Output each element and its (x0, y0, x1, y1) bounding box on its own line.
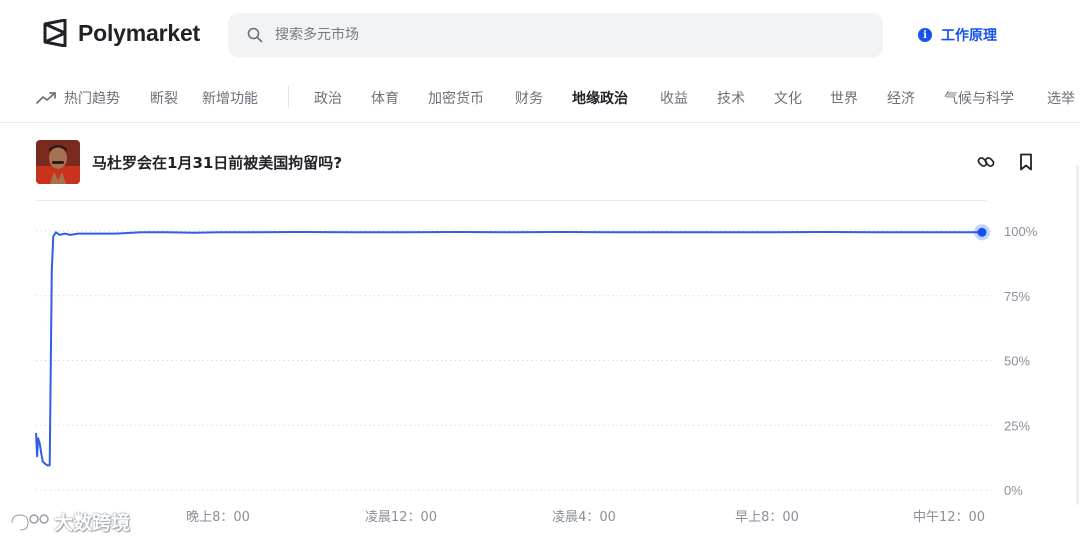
category-nav: 热门趋势 断裂 新增功能 政治 体育 加密货币 财务 地缘政治 收益 技术 文化… (0, 80, 1080, 114)
nav-item-finance[interactable]: 财务 (515, 88, 543, 108)
nav-item-geopolitics[interactable]: 地缘政治 (572, 88, 628, 108)
x-tick-label: 中午12：00 (913, 510, 985, 525)
how-it-works-label: 工作原理 (941, 28, 997, 44)
y-tick-label: 75% (1004, 289, 1030, 304)
bookmark-icon[interactable] (1016, 152, 1036, 172)
price-chart: 100% 75% 50% 25% 0% 晚上8：00 凌晨12：00 凌晨4：00 早上8：0… (35, 224, 1038, 525)
market-header: 马杜罗会在1月31日前被美国拘留吗? (36, 140, 1046, 184)
nav-item-crypto[interactable]: 加密货币 (428, 88, 484, 108)
how-it-works-link[interactable]: i 工作原理 (918, 25, 997, 45)
x-tick-label: 晚上8：00 (186, 510, 250, 525)
nav-item-culture[interactable]: 文化 (774, 88, 802, 108)
portrait-image (36, 140, 80, 184)
y-tick-label: 25% (1004, 418, 1030, 433)
nav-item-politics[interactable]: 政治 (314, 88, 342, 108)
nav-item-tech[interactable]: 技术 (717, 88, 745, 108)
market-title: 马杜罗会在1月31日前被美国拘留吗? (92, 154, 343, 172)
nav-separator (288, 86, 289, 108)
nav-item-trending[interactable]: 热门趋势 (36, 88, 120, 108)
link-icon[interactable] (976, 152, 996, 172)
top-bar: Polymarket i 工作原理 (0, 0, 1080, 72)
series-line (35, 231, 982, 467)
nav-item-sports[interactable]: 体育 (371, 88, 399, 108)
header-divider (36, 200, 986, 201)
watermark-logo-icon (10, 512, 49, 531)
y-tick-label: 0% (1004, 483, 1023, 498)
nav-divider (0, 122, 1080, 123)
nav-item-new[interactable]: 新增功能 (202, 88, 258, 108)
nav-item-climate-science[interactable]: 气候与科学 (944, 88, 1014, 108)
nav-item-breaking[interactable]: 断裂 (150, 88, 178, 108)
x-tick-label: 早上8：00 (735, 510, 799, 525)
app-name: Polymarket (78, 19, 201, 46)
watermark: 大数跨境 (8, 508, 130, 535)
nav-trending-label: 热门趋势 (64, 91, 120, 107)
polymarket-logo-icon (43, 19, 67, 47)
x-tick-label: 凌晨4：00 (552, 510, 616, 525)
watermark-text: 大数跨境 (54, 512, 131, 534)
y-tick-label: 100% (1004, 224, 1038, 239)
x-tick-label: 凌晨12：00 (365, 510, 437, 525)
last-point-halo (974, 224, 990, 241)
nav-item-economy[interactable]: 经济 (887, 88, 915, 108)
polymarket-logo[interactable]: Polymarket (42, 19, 200, 47)
info-icon: i (918, 28, 932, 42)
search-icon (247, 27, 263, 43)
nav-item-elections[interactable]: 选举 (1047, 88, 1075, 108)
nav-item-world[interactable]: 世界 (830, 88, 858, 108)
search-bar[interactable] (228, 13, 883, 57)
market-avatar (36, 140, 80, 184)
nav-item-earnings[interactable]: 收益 (660, 88, 688, 108)
y-tick-label: 50% (1004, 354, 1030, 369)
trending-icon (36, 92, 56, 104)
search-input[interactable] (275, 27, 835, 43)
